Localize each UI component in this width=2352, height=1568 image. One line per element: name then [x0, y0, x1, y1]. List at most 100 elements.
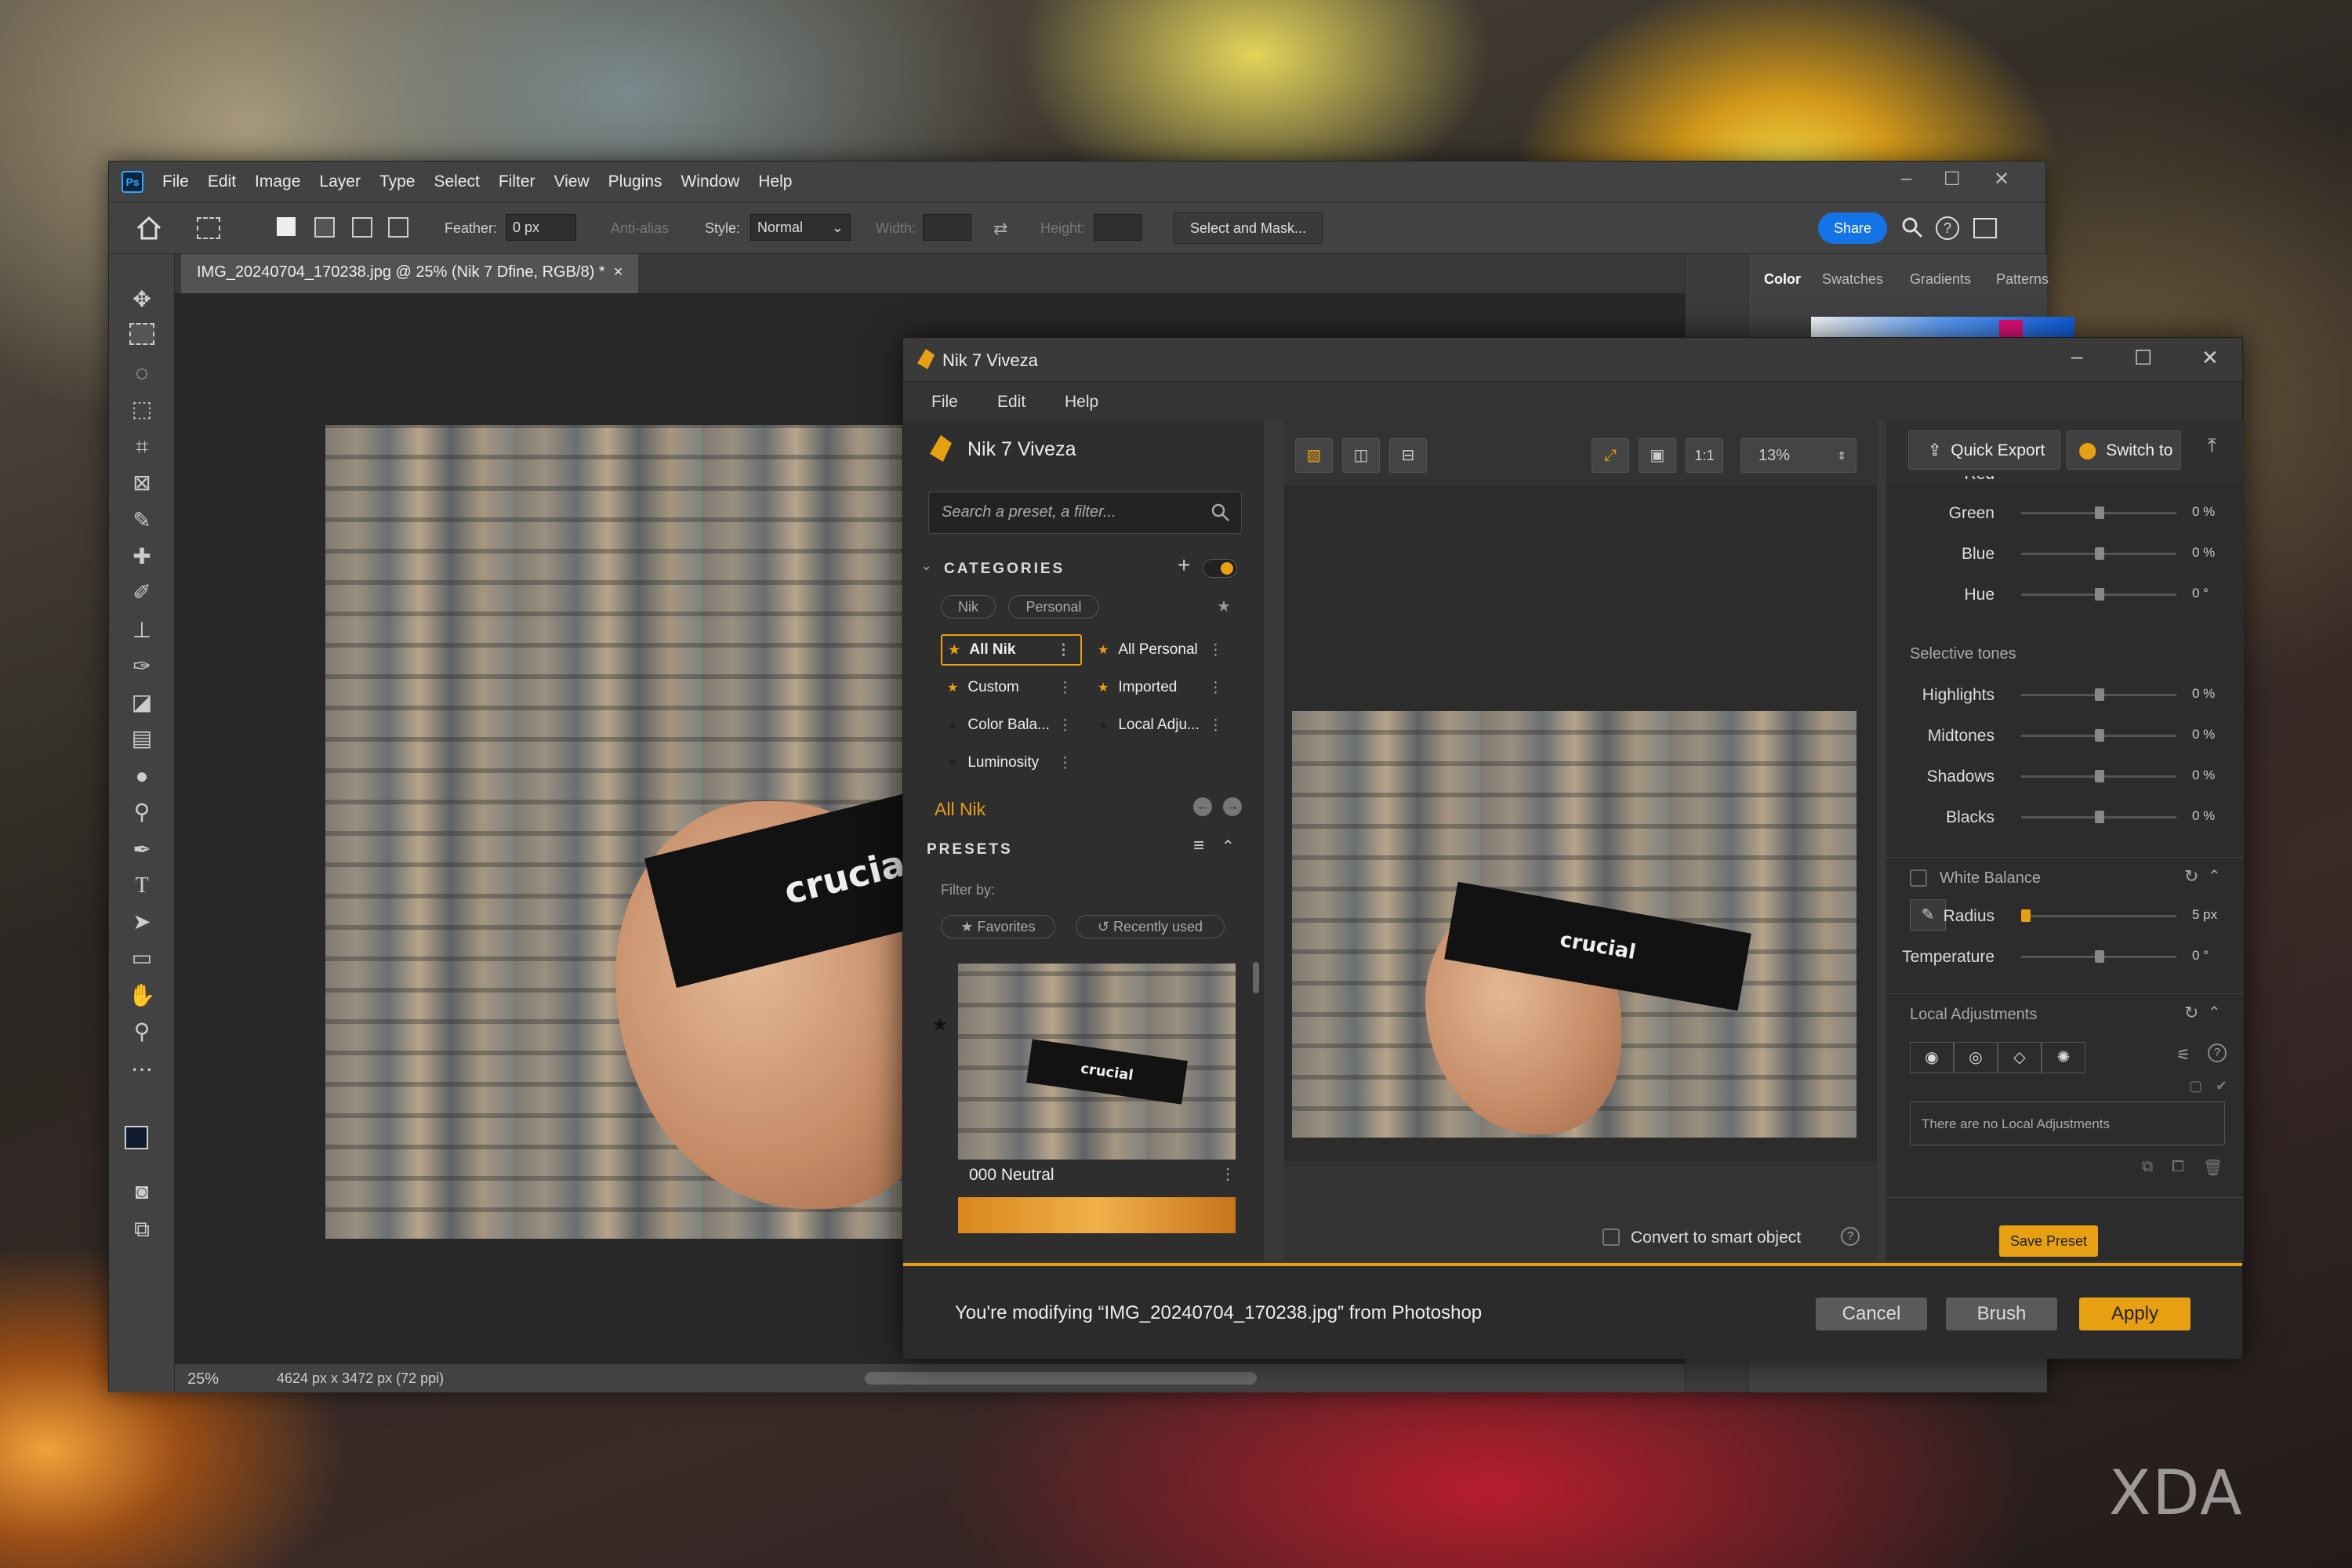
preset-thumbnail[interactable]: crucial: [958, 964, 1236, 1160]
category-imported[interactable]: ★ Imported ⋮: [1091, 672, 1232, 703]
delete-icon[interactable]: 🗑: [2203, 1158, 2223, 1178]
split-view-icon[interactable]: ◫: [1342, 438, 1380, 473]
menu-plugins[interactable]: Plugins: [608, 172, 662, 191]
quick-mask-icon[interactable]: ◙: [128, 1178, 156, 1206]
filter-favorites[interactable]: ★ Favorites: [941, 915, 1055, 938]
nik-close-button[interactable]: ✕: [2201, 346, 2219, 370]
home-icon[interactable]: [136, 216, 162, 241]
add-selection-icon[interactable]: [314, 217, 335, 238]
add-layer-icon[interactable]: ⧉: [2142, 1158, 2153, 1176]
menu-image[interactable]: Image: [255, 172, 300, 191]
more-icon[interactable]: ⋮: [1058, 717, 1073, 735]
intersect-selection-icon[interactable]: [388, 217, 408, 238]
document-tab[interactable]: IMG_20240704_170238.jpg @ 25% (Nik 7 Dfi…: [181, 254, 639, 293]
reset-white-balance-icon[interactable]: ↻: [2184, 866, 2198, 887]
collapse-white-balance-icon[interactable]: ⌃: [2208, 866, 2221, 886]
lasso-tool-icon[interactable]: ◌: [128, 359, 156, 387]
menu-view[interactable]: View: [554, 172, 590, 191]
select-and-mask-button[interactable]: Select and Mask...: [1174, 212, 1323, 244]
save-preset-button[interactable]: Save Preset: [1999, 1225, 2098, 1257]
menu-layer[interactable]: Layer: [319, 172, 361, 191]
zoom-select[interactable]: 13% ⇕: [1740, 438, 1857, 473]
collapse-categories-icon[interactable]: ⌄: [920, 557, 932, 574]
slider-green[interactable]: Green 0 %: [1902, 498, 2231, 529]
radial-icon[interactable]: ◎: [1954, 1042, 1998, 1073]
category-all-nik[interactable]: ★ All Nik ⋮: [941, 634, 1082, 666]
nik-menu-help[interactable]: Help: [1065, 393, 1098, 412]
blur-tool-icon[interactable]: ●: [128, 762, 156, 790]
help-icon[interactable]: ?: [1841, 1227, 1860, 1246]
more-icon[interactable]: ⋮: [1058, 679, 1073, 697]
duplicate-icon[interactable]: ⧠: [2172, 1158, 2184, 1176]
pill-nik[interactable]: Nik: [941, 595, 996, 619]
feather-input[interactable]: 0 px: [506, 214, 576, 241]
help-icon[interactable]: ?: [2208, 1044, 2227, 1062]
frame-tool-icon[interactable]: ⊠: [128, 469, 156, 497]
more-icon[interactable]: ⋮: [1056, 641, 1071, 659]
slider-temperature[interactable]: Temperature 0 °: [1902, 942, 2231, 973]
apply-button[interactable]: Apply: [2079, 1298, 2190, 1330]
more-icon[interactable]: ⋮: [1058, 754, 1073, 772]
mask-tools-icon[interactable]: ⚟: [2176, 1045, 2190, 1065]
more-icon[interactable]: ⋮: [1208, 717, 1223, 735]
fit-view-icon[interactable]: ⤢: [1592, 438, 1629, 473]
fill-view-icon[interactable]: ▣: [1639, 438, 1676, 473]
forward-icon[interactable]: →: [1223, 797, 1242, 816]
collapse-local-icon[interactable]: ⌃: [2208, 1003, 2221, 1022]
screen-mode-icon[interactable]: ⧉: [128, 1215, 156, 1243]
polygon-icon[interactable]: ◇: [1998, 1042, 2042, 1073]
menu-type[interactable]: Type: [379, 172, 416, 191]
slider-red[interactable]: Red: [1902, 476, 2231, 490]
share-button[interactable]: Share: [1818, 212, 1887, 244]
anti-alias-checkbox[interactable]: Anti-alias: [611, 220, 669, 237]
tab-color[interactable]: Color: [1764, 271, 1801, 288]
history-brush-tool-icon[interactable]: ✑: [128, 652, 156, 681]
category-color-balance[interactable]: ★ Color Bala... ⋮: [941, 710, 1082, 741]
hand-tool-icon[interactable]: ✋: [128, 982, 156, 1010]
crop-tool-icon[interactable]: ⌗: [128, 433, 156, 461]
more-tools-icon[interactable]: ⋯: [128, 1055, 156, 1083]
category-all-personal[interactable]: ★ All Personal ⋮: [1091, 634, 1232, 666]
menu-filter[interactable]: Filter: [499, 172, 535, 191]
help-icon[interactable]: ?: [1936, 216, 1959, 240]
eraser-tool-icon[interactable]: ◪: [128, 688, 156, 717]
stamp-tool-icon[interactable]: ⊥: [128, 616, 156, 644]
menu-window[interactable]: Window: [681, 172, 740, 191]
nik-minimize-button[interactable]: –: [2071, 344, 2082, 368]
white-balance-checkbox[interactable]: [1910, 869, 1927, 887]
more-icon[interactable]: ⋮: [1208, 641, 1223, 659]
menu-select[interactable]: Select: [434, 172, 479, 191]
close-button[interactable]: ✕: [1994, 168, 2009, 191]
favorite-star-icon[interactable]: ★: [1217, 597, 1231, 616]
slider-hue[interactable]: Hue 0 °: [1902, 579, 2231, 611]
menu-edit[interactable]: Edit: [208, 172, 236, 191]
category-luminosity[interactable]: ★ Luminosity ⋮: [941, 747, 1082, 779]
dodge-tool-icon[interactable]: ⚲: [128, 798, 156, 826]
reset-local-icon[interactable]: ↻: [2184, 1003, 2198, 1023]
healing-brush-tool-icon[interactable]: ✚: [128, 543, 156, 571]
height-input[interactable]: [1094, 214, 1142, 241]
rect-marquee-tool-icon[interactable]: [129, 323, 154, 345]
search-icon[interactable]: [1210, 503, 1231, 523]
type-tool-icon[interactable]: T: [128, 872, 156, 900]
zoom-tool-icon[interactable]: ⚲: [128, 1018, 156, 1046]
new-selection-icon[interactable]: [277, 217, 296, 236]
category-local-adjustments[interactable]: ★ Local Adju... ⋮: [1091, 710, 1232, 741]
pen-tool-icon[interactable]: ✒: [128, 836, 156, 864]
tab-patterns[interactable]: Patterns: [1996, 271, 2049, 288]
zoom-level[interactable]: 25%: [187, 1370, 219, 1388]
style-select[interactable]: Normal ⌄: [750, 214, 851, 241]
side-by-side-icon[interactable]: ⊟: [1389, 438, 1427, 473]
tab-gradients[interactable]: Gradients: [1910, 271, 1971, 288]
eyedropper-tool-icon[interactable]: ✎: [128, 506, 156, 535]
minimize-button[interactable]: –: [1901, 168, 1911, 190]
show-mask-icon[interactable]: ▢: [2189, 1078, 2202, 1094]
swap-icon[interactable]: ⇄: [993, 219, 1007, 239]
nik-menu-edit[interactable]: Edit: [997, 393, 1025, 412]
collapse-presets-icon[interactable]: ⌃: [1221, 837, 1235, 856]
path-select-tool-icon[interactable]: ➤: [128, 908, 156, 936]
slider-radius[interactable]: Radius 5 px: [1902, 901, 2231, 932]
preset-favorite-icon[interactable]: ★: [931, 1014, 949, 1036]
add-category-icon[interactable]: +: [1178, 553, 1190, 578]
preview-image[interactable]: crucial: [1292, 711, 1857, 1138]
